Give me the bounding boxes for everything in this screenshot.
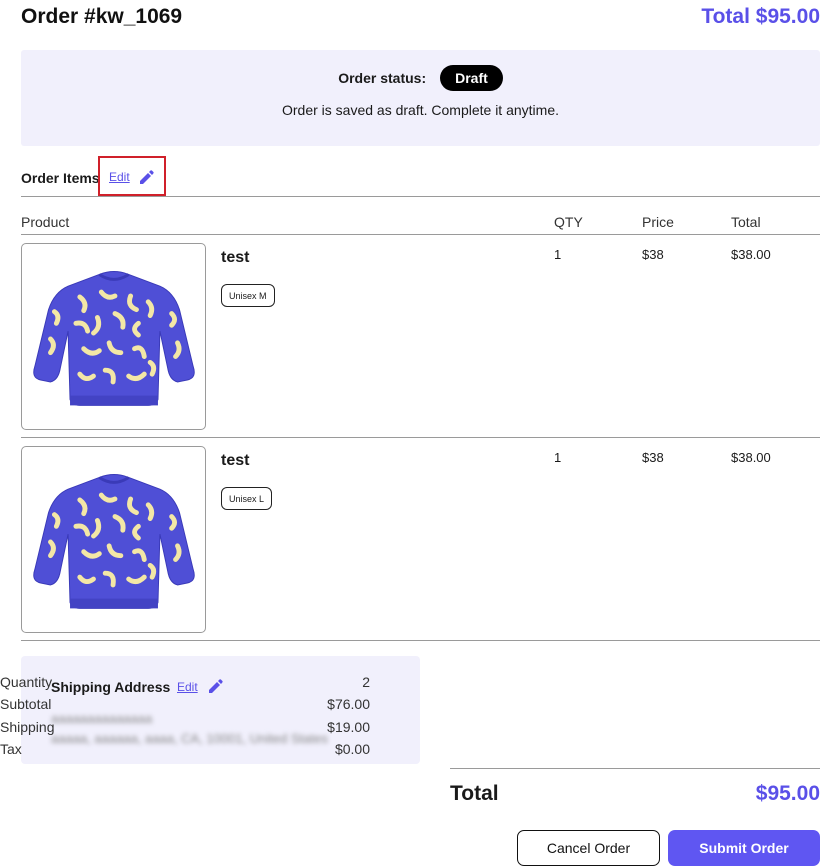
summary-row-tax: Tax $0.00	[0, 741, 370, 761]
order-title: Order #kw_1069	[21, 5, 183, 28]
sweater-image	[29, 257, 199, 417]
summary-label: Quantity	[0, 674, 53, 690]
product-name: test	[221, 452, 250, 469]
variant-tag: Unisex M	[221, 284, 275, 307]
summary-label: Tax	[0, 741, 22, 757]
order-status-panel: Order status: Draft Order is saved as dr…	[21, 50, 820, 146]
item-total: $38.00	[731, 247, 771, 262]
summary-row-shipping: Shipping $19.00	[0, 719, 370, 739]
divider	[21, 234, 820, 235]
column-header-price: Price	[642, 214, 674, 230]
variant-tag: Unisex L	[221, 487, 273, 510]
summary-label: Shipping	[0, 719, 55, 735]
sweater-image	[29, 460, 199, 620]
divider	[21, 437, 820, 438]
summary-value: 2	[362, 674, 370, 690]
column-header-product: Product	[21, 214, 70, 230]
product-image	[21, 446, 206, 633]
summary-row-subtotal: Subtotal $76.00	[0, 696, 370, 716]
product-name: test	[221, 249, 250, 266]
grand-total-label: Total	[450, 782, 499, 805]
table-row: test Unisex M 1 $38 $38.00	[21, 243, 820, 435]
column-header-total: Total	[731, 214, 761, 230]
submit-order-button[interactable]: Submit Order	[668, 830, 820, 866]
status-row: Order status: Draft	[21, 65, 820, 91]
summary-divider	[450, 768, 820, 769]
summary-label: Subtotal	[0, 696, 52, 712]
summary-value: $76.00	[327, 696, 370, 712]
item-price: $38	[642, 247, 664, 262]
order-items-title: Order Items	[21, 170, 100, 186]
cancel-order-button[interactable]: Cancel Order	[517, 830, 660, 866]
header-total: Total $95.00	[701, 5, 820, 28]
summary-value: $19.00	[327, 719, 370, 735]
divider	[21, 640, 820, 641]
order-items-edit-link[interactable]: Edit	[109, 170, 130, 184]
status-message: Order is saved as draft. Complete it any…	[282, 102, 559, 118]
table-row: test Unisex L 1 $38 $38.00	[21, 446, 820, 638]
grand-total-value: $95.00	[755, 782, 820, 805]
pencil-icon[interactable]	[138, 170, 154, 186]
item-qty: 1	[554, 247, 562, 262]
product-image	[21, 243, 206, 430]
summary-value: $0.00	[334, 741, 370, 757]
order-items-header: Order Items	[21, 168, 100, 188]
item-total: $38.00	[731, 450, 771, 465]
item-qty: 1	[554, 450, 562, 465]
status-label: Order status:	[338, 70, 427, 86]
divider	[21, 196, 820, 197]
order-header: Order #kw_1069 Total $95.00	[21, 5, 820, 31]
column-header-qty: QTY	[554, 214, 583, 230]
status-badge: Draft	[440, 65, 503, 91]
item-price: $38	[642, 450, 664, 465]
summary-row-quantity: Quantity 2	[0, 674, 370, 694]
